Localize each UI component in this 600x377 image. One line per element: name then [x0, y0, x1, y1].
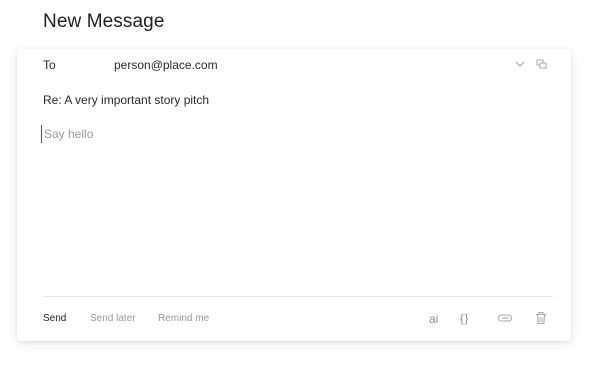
- compose-page: New Message To person@place.com Re: A ve…: [0, 0, 600, 377]
- message-body-input[interactable]: [41, 125, 544, 143]
- footer-divider: [43, 296, 553, 297]
- subject-field[interactable]: Re: A very important story pitch: [43, 93, 209, 107]
- paperclip-icon: [497, 313, 513, 328]
- trash-icon: [534, 312, 548, 328]
- to-row: To person@place.com: [43, 58, 553, 74]
- chevron-down-icon[interactable]: [513, 57, 527, 71]
- ai-button[interactable]: ai: [429, 311, 438, 327]
- code-button[interactable]: {}: [460, 311, 469, 327]
- send-button[interactable]: Send: [43, 312, 66, 326]
- to-label: To: [43, 58, 56, 72]
- remind-me-button[interactable]: Remind me: [158, 312, 209, 326]
- compose-card: To person@place.com Re: A very important…: [17, 49, 571, 341]
- recipient-chip[interactable]: person@place.com: [114, 58, 218, 72]
- copy-icon[interactable]: [535, 57, 549, 71]
- attach-button[interactable]: [497, 311, 513, 327]
- compose-footer: Send Send later Remind me ai {}: [17, 312, 571, 328]
- page-title: New Message: [43, 11, 165, 32]
- send-later-button[interactable]: Send later: [90, 312, 136, 326]
- delete-button[interactable]: [534, 311, 548, 327]
